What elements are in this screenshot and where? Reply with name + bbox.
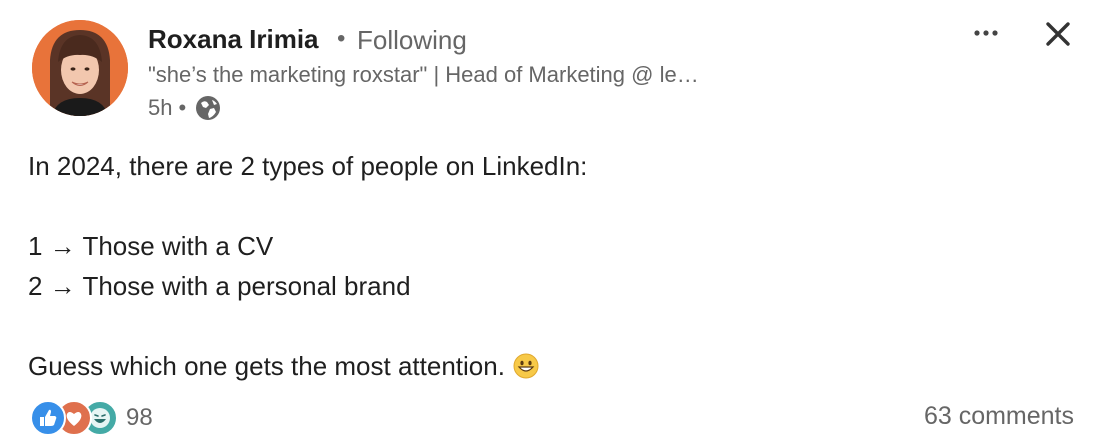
globe-icon — [194, 94, 222, 122]
reactions-summary[interactable]: 98 — [30, 400, 153, 436]
more-options-button[interactable] — [966, 18, 1006, 48]
comments-count-link[interactable]: 63 comments — [924, 402, 1074, 431]
name-separator: • — [337, 25, 346, 52]
post-meta: 5h • — [148, 94, 222, 122]
post-line-closing: Guess which one gets the most attention. — [28, 346, 587, 386]
post-line-intro: In 2024, there are 2 types of people on … — [28, 151, 588, 181]
close-button[interactable] — [1040, 16, 1076, 52]
more-icon — [974, 30, 998, 36]
grinning-face-emoji — [513, 350, 539, 379]
post-body: In 2024, there are 2 types of people on … — [28, 146, 587, 386]
post-line-item-2: 2 → Those with a personal brand — [28, 271, 411, 301]
meta-separator: • — [178, 95, 187, 120]
avatar-image — [32, 20, 128, 116]
post-closing-text: Guess which one gets the most attention. — [28, 351, 505, 381]
author-headline: "she’s the marketing roxstar" | Head of … — [148, 62, 699, 87]
post-time: 5h — [148, 95, 173, 120]
post-line-item-1: 1 → Those with a CV — [28, 231, 274, 261]
follow-status[interactable]: Following — [357, 25, 467, 56]
close-icon — [1046, 22, 1070, 46]
author-avatar[interactable] — [32, 20, 128, 116]
like-icon — [30, 400, 66, 436]
author-name[interactable]: Roxana Irimia — [148, 24, 319, 55]
reaction-count: 98 — [126, 404, 153, 431]
